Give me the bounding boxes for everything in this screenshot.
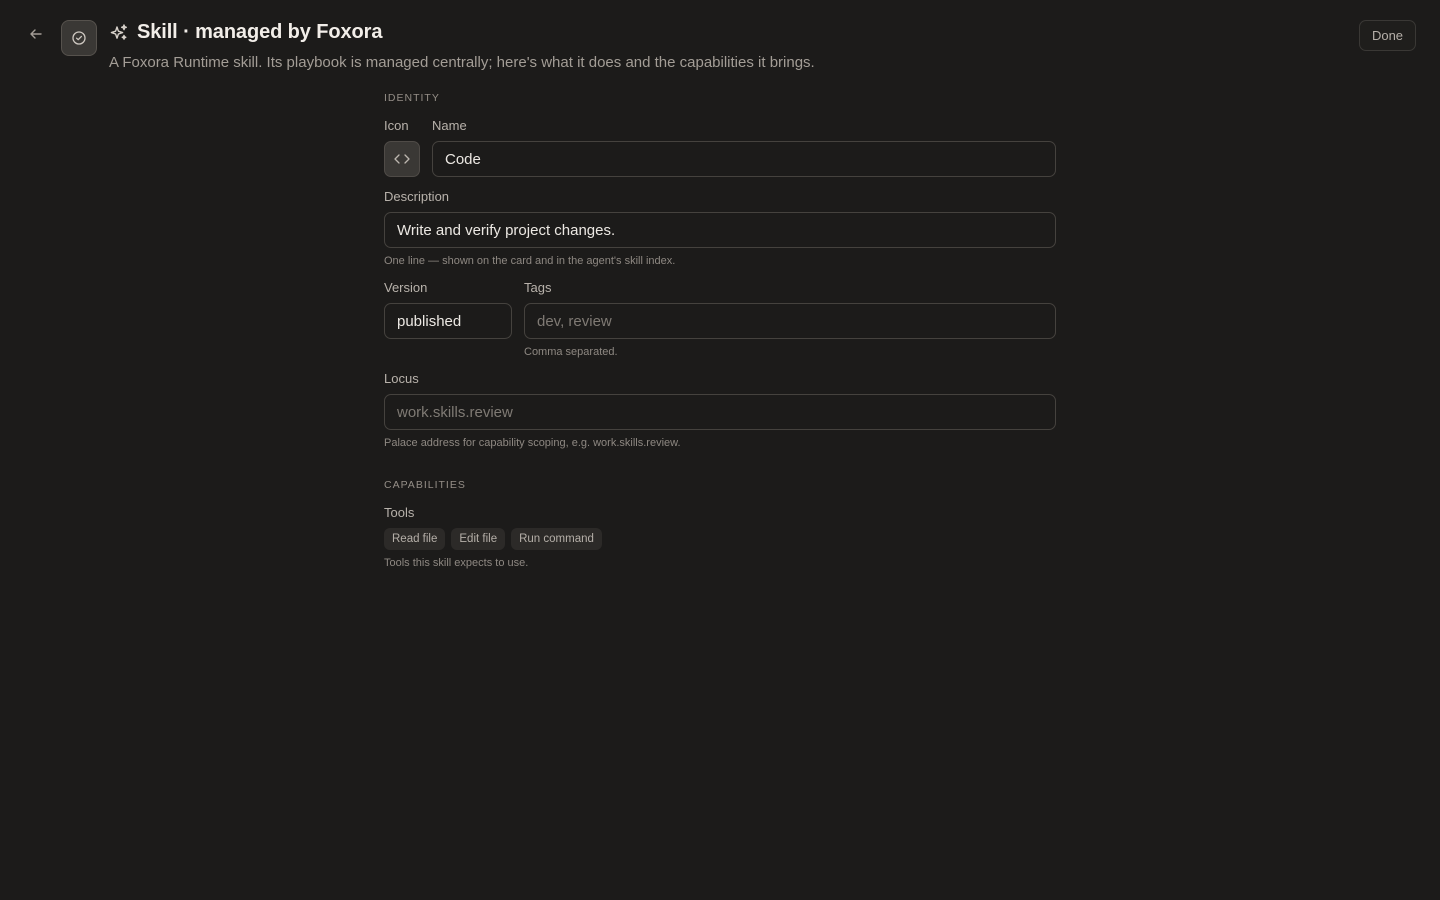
arrow-left-icon	[30, 29, 42, 39]
tool-chip-edit-file: Edit file	[451, 528, 506, 550]
name-input[interactable]	[432, 141, 1056, 177]
tool-chip-read-file: Read file	[384, 528, 446, 550]
check-circle-icon	[72, 31, 86, 45]
version-label: Version	[384, 280, 428, 295]
icon-label: Icon	[384, 118, 409, 133]
identity-section-label: IDENTITY	[384, 92, 440, 104]
skill-badge	[61, 20, 97, 56]
tools-hint: Tools this skill expects to use.	[384, 557, 529, 569]
done-button[interactable]: Done	[1359, 20, 1416, 51]
tool-chip-run-command: Run command	[511, 528, 602, 550]
page-header: Skill · managed by Foxora A Foxora Runti…	[0, 0, 1440, 80]
description-input[interactable]	[384, 212, 1056, 248]
tags-label: Tags	[524, 280, 552, 295]
locus-label: Locus	[384, 371, 419, 386]
back-button[interactable]	[24, 22, 48, 46]
capabilities-section-label: CAPABILITIES	[384, 479, 466, 491]
code-icon	[394, 154, 410, 164]
description-label: Description	[384, 189, 450, 204]
icon-picker[interactable]	[384, 141, 420, 177]
description-hint: One line — shown on the card and in the …	[384, 255, 676, 267]
locus-input[interactable]	[384, 394, 1056, 430]
sparkles-icon	[110, 23, 127, 40]
tools-label: Tools	[384, 505, 415, 520]
page-title: Skill · managed by Foxora	[137, 21, 383, 43]
name-label: Name	[432, 118, 467, 133]
tools-chip-list: Read file Edit file Run command	[384, 528, 602, 550]
page-subtitle: A Foxora Runtime skill. Its playbook is …	[109, 54, 815, 71]
title-row: Skill · managed by Foxora	[109, 21, 382, 44]
tags-hint: Comma separated.	[524, 346, 618, 358]
locus-hint: Palace address for capability scoping, e…	[384, 437, 681, 449]
version-input[interactable]	[384, 303, 512, 339]
tags-input[interactable]	[524, 303, 1056, 339]
